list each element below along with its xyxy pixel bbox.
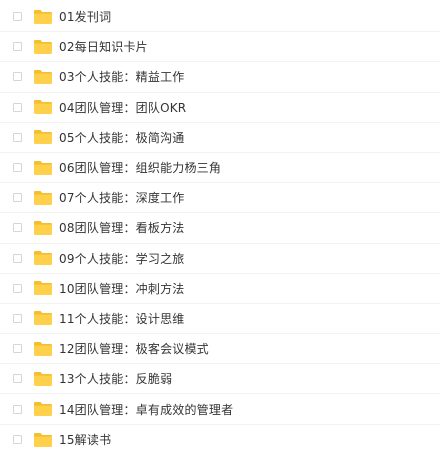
folder-icon xyxy=(34,341,52,356)
file-list: 01发刊词 02每日知识卡片 03个人技能：精益工作 04团队管理：团队OKR … xyxy=(0,0,447,457)
folder-icon xyxy=(34,160,52,175)
folder-name[interactable]: 05个人技能：极简沟通 xyxy=(59,129,184,146)
list-item[interactable]: 12团队管理：极客会议模式 xyxy=(0,334,440,365)
folder-name[interactable]: 11个人技能：设计思维 xyxy=(59,310,184,327)
folder-name[interactable]: 12团队管理：极客会议模式 xyxy=(59,340,209,357)
folder-icon xyxy=(34,432,52,447)
folder-name[interactable]: 03个人技能：精益工作 xyxy=(59,68,184,85)
folder-icon xyxy=(34,100,52,115)
list-item[interactable]: 09个人技能：学习之旅 xyxy=(0,244,440,274)
folder-icon xyxy=(34,69,52,84)
folder-name[interactable]: 09个人技能：学习之旅 xyxy=(59,250,184,267)
row-checkbox[interactable] xyxy=(13,193,22,203)
row-checkbox[interactable] xyxy=(13,253,22,263)
folder-icon xyxy=(34,39,52,54)
folder-name[interactable]: 07个人技能：深度工作 xyxy=(59,189,184,206)
row-checkbox[interactable] xyxy=(13,283,22,293)
list-item[interactable]: 14团队管理：卓有成效的管理者 xyxy=(0,394,440,425)
row-checkbox[interactable] xyxy=(13,42,22,52)
folder-icon xyxy=(34,251,52,266)
folder-name[interactable]: 10团队管理：冲刺方法 xyxy=(59,280,184,297)
row-checkbox[interactable] xyxy=(13,102,22,112)
list-item[interactable]: 15解读书 xyxy=(0,425,440,455)
folder-name[interactable]: 06团队管理：组织能力杨三角 xyxy=(59,159,221,176)
folder-icon xyxy=(34,371,52,386)
row-checkbox[interactable] xyxy=(13,223,22,233)
folder-name[interactable]: 13个人技能：反脆弱 xyxy=(59,370,172,387)
row-checkbox[interactable] xyxy=(13,313,22,323)
folder-icon xyxy=(34,220,52,235)
list-item[interactable]: 05个人技能：极简沟通 xyxy=(0,123,440,153)
row-checkbox[interactable] xyxy=(13,404,22,414)
list-item[interactable]: 07个人技能：深度工作 xyxy=(0,183,440,214)
row-checkbox[interactable] xyxy=(13,344,22,354)
folder-name[interactable]: 02每日知识卡片 xyxy=(59,38,148,55)
list-item[interactable]: 04团队管理：团队OKR xyxy=(0,93,440,123)
list-item[interactable]: 10团队管理：冲刺方法 xyxy=(0,274,440,304)
row-checkbox[interactable] xyxy=(13,72,22,82)
folder-icon xyxy=(34,402,52,417)
row-checkbox[interactable] xyxy=(13,12,22,22)
row-checkbox[interactable] xyxy=(13,435,22,445)
list-item[interactable]: 02每日知识卡片 xyxy=(0,32,440,63)
list-item[interactable]: 03个人技能：精益工作 xyxy=(0,62,440,93)
list-item[interactable]: 13个人技能：反脆弱 xyxy=(0,364,440,395)
folder-name[interactable]: 01发刊词 xyxy=(59,8,111,25)
list-item[interactable]: 08团队管理：看板方法 xyxy=(0,213,440,244)
row-checkbox[interactable] xyxy=(13,163,22,173)
folder-icon xyxy=(34,190,52,205)
list-item[interactable]: 11个人技能：设计思维 xyxy=(0,304,440,335)
folder-name[interactable]: 04团队管理：团队OKR xyxy=(59,99,186,116)
list-item[interactable]: 06团队管理：组织能力杨三角 xyxy=(0,153,440,184)
folder-icon xyxy=(34,281,52,296)
folder-name[interactable]: 14团队管理：卓有成效的管理者 xyxy=(59,401,233,418)
list-item[interactable]: 01发刊词 xyxy=(0,2,440,33)
folder-icon xyxy=(34,9,52,24)
row-checkbox[interactable] xyxy=(13,132,22,142)
row-checkbox[interactable] xyxy=(13,374,22,384)
folder-name[interactable]: 15解读书 xyxy=(59,431,111,448)
folder-icon xyxy=(34,130,52,145)
folder-icon xyxy=(34,311,52,326)
folder-name[interactable]: 08团队管理：看板方法 xyxy=(59,219,184,236)
